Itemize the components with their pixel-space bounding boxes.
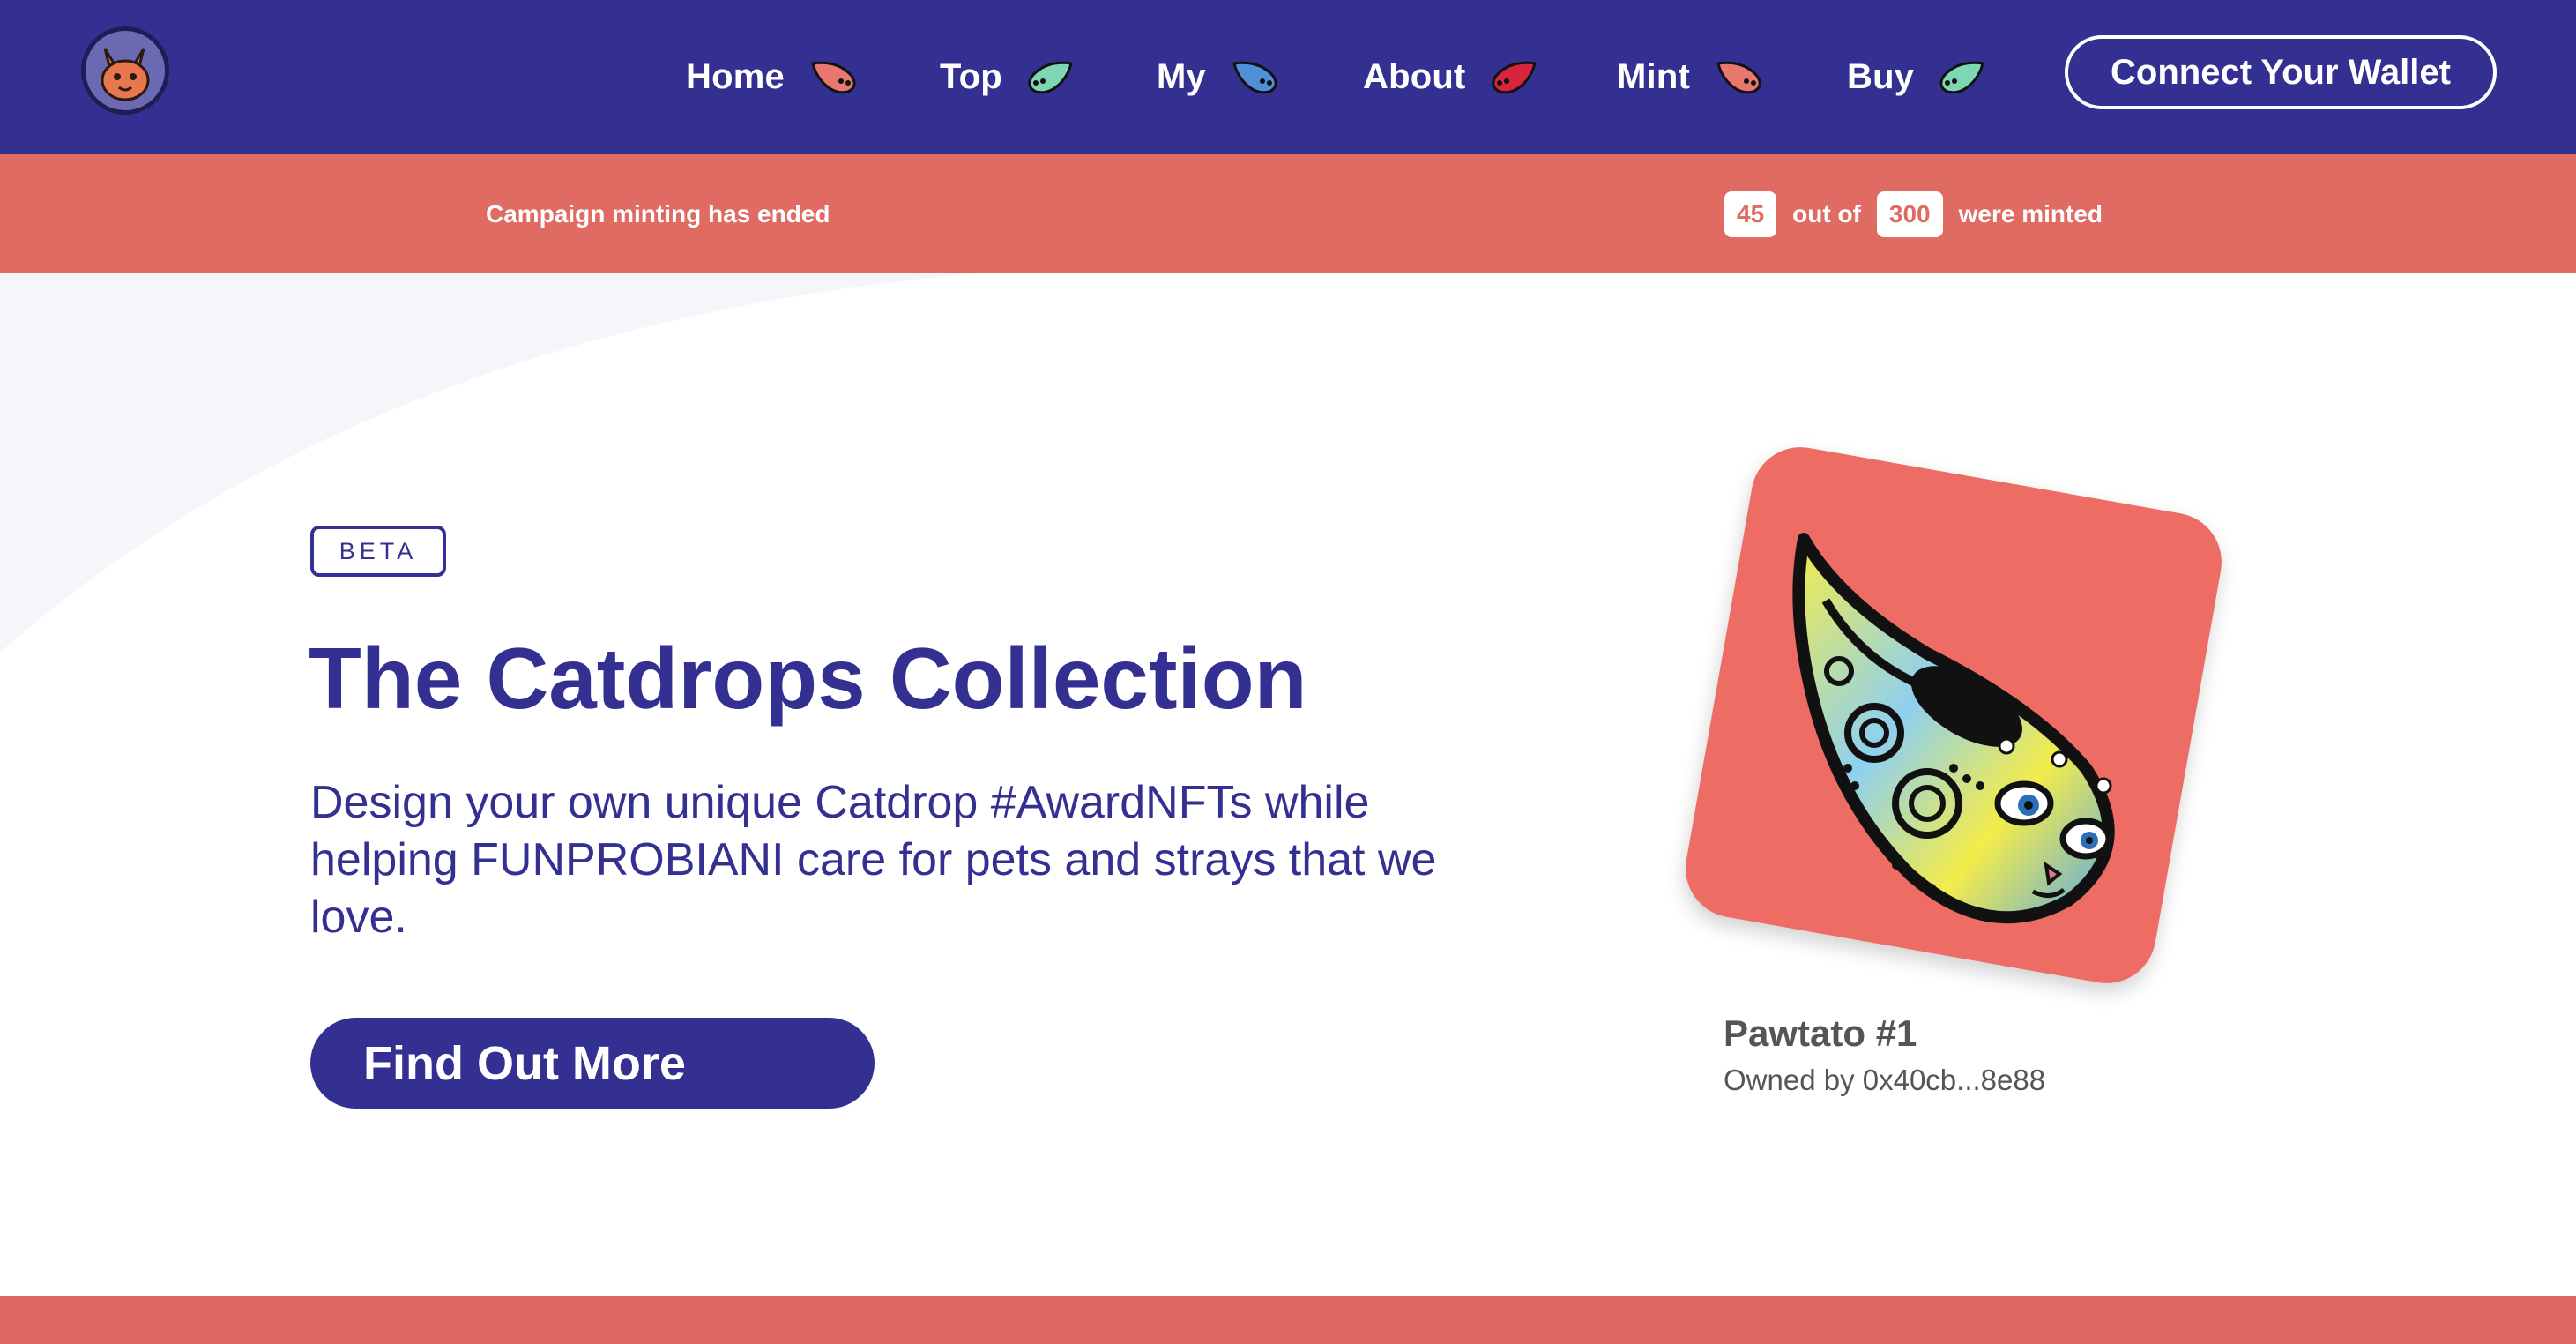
nav-label: About [1363, 57, 1466, 96]
catdrop-icon [1716, 61, 1761, 93]
mint-status-bar: Campaign minting has ended 45 out of 300… [0, 154, 2576, 273]
featured-nft-card[interactable] [1678, 439, 2230, 991]
catdrop-icon [1232, 61, 1277, 93]
nav-item-home[interactable]: Home [686, 0, 859, 154]
catdrop-icon [1028, 61, 1073, 93]
nav-item-my[interactable]: My [1157, 0, 1280, 154]
catdrop-nft-image [1792, 533, 2115, 924]
beta-badge: BETA [310, 526, 446, 577]
minted-count-badge: 45 [1724, 190, 1777, 237]
nav-item-mint[interactable]: Mint [1617, 0, 1764, 154]
nft-owner: Owned by 0x40cb...8e88 [1724, 1064, 2046, 1096]
page: Home Top My About Mint Buy Connect Your … [0, 0, 2576, 1344]
find-out-more-button[interactable]: Find Out More [310, 1018, 875, 1109]
nav-label: Top [940, 57, 1002, 96]
nav-item-about[interactable]: About [1363, 0, 1540, 154]
connect-wallet-button[interactable]: Connect Your Wallet [2065, 35, 2497, 109]
top-navbar: Home Top My About Mint Buy Connect Your … [0, 0, 2576, 154]
background-curve [0, 273, 979, 653]
nav-item-top[interactable]: Top [940, 0, 1076, 154]
page-title: The Catdrops Collection [309, 630, 1307, 727]
campaign-status-text: Campaign minting has ended [486, 199, 830, 228]
nav-label: Home [686, 57, 785, 96]
nft-name: Pawtato #1 [1724, 1012, 1917, 1054]
catdrop-icon [811, 61, 856, 93]
were-minted-label: were minted [1958, 199, 2103, 228]
nav-label: My [1157, 57, 1206, 96]
nav-label: Buy [1847, 57, 1915, 96]
footer-band [0, 1296, 2576, 1344]
catdrop-icon [1939, 61, 1984, 93]
mint-counter: 45 out of 300 were minted [1724, 154, 2118, 273]
total-count-badge: 300 [1876, 190, 1943, 237]
hero-description: Design your own unique Catdrop #AwardNFT… [310, 777, 1437, 943]
nav-label: Mint [1617, 57, 1690, 96]
nav-item-buy[interactable]: Buy [1847, 0, 1988, 154]
catdrop-icon [1491, 61, 1537, 93]
out-of-label: out of [1792, 199, 1861, 228]
